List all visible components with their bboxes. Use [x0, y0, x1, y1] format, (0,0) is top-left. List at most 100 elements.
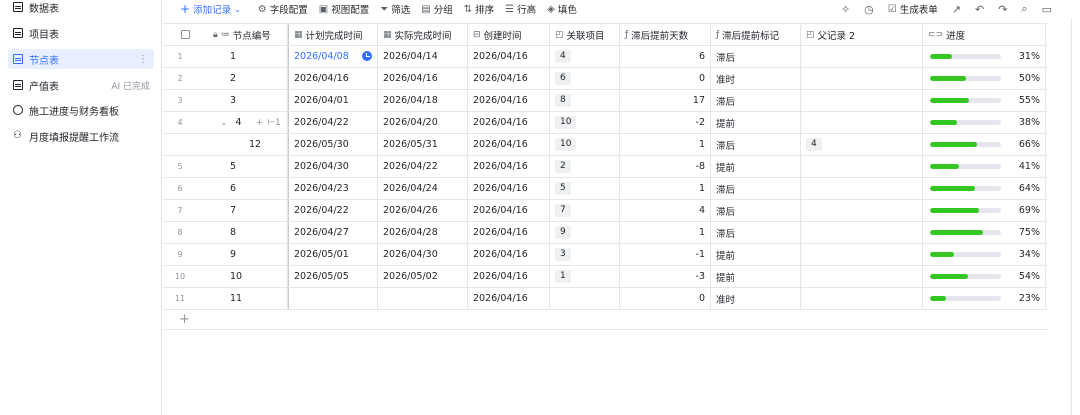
cell-num[interactable]: 1 [208, 46, 288, 67]
cell-days[interactable]: 6 [620, 46, 711, 67]
related-tag[interactable]: 3 [555, 248, 571, 261]
table-row[interactable]: 8 8 2026/04/27 2026/04/28 2026/04/16 9 1 滞后 75% [163, 222, 1047, 244]
cell-days[interactable]: 4 [620, 200, 711, 221]
cell-progress[interactable]: 23% [923, 288, 1046, 309]
cell-mark[interactable]: 滞后 [711, 46, 801, 67]
cell-plan[interactable] [288, 288, 378, 309]
cell-progress[interactable]: 64% [923, 178, 1046, 199]
ai-sparkle-icon[interactable]: ✧ [841, 3, 850, 16]
cell-related[interactable]: 1 [550, 266, 620, 287]
cell-days[interactable]: 1 [620, 134, 711, 155]
cell-mark[interactable]: 滞后 [711, 134, 801, 155]
cell-created[interactable]: 2026/04/16 [468, 288, 550, 309]
cell-num[interactable]: 12 [208, 134, 288, 155]
cell-actual[interactable]: 2026/04/20 [378, 112, 468, 133]
cell-days[interactable]: -8 [620, 156, 711, 177]
cell-created[interactable]: 2026/04/16 [468, 200, 550, 221]
cell-num[interactable]: 7 [208, 200, 288, 221]
generate-form-button[interactable]: ☑ 生成表单 [888, 2, 938, 17]
cell-days[interactable]: 1 [620, 178, 711, 199]
cell-progress[interactable]: 54% [923, 266, 1046, 287]
cell-related[interactable]: 10 [550, 112, 620, 133]
cell-progress[interactable]: 31% [923, 46, 1046, 67]
row-index[interactable] [163, 134, 208, 155]
cell-actual[interactable]: 2026/05/31 [378, 134, 468, 155]
cell-created[interactable]: 2026/04/16 [468, 178, 550, 199]
parent-tag[interactable]: 4 [806, 138, 822, 151]
row-height-button[interactable]: ☰ 行高 [505, 2, 536, 17]
cell-progress[interactable]: 34% [923, 244, 1046, 265]
cell-num[interactable]: 3 [208, 90, 288, 111]
cell-related[interactable]: 8 [550, 90, 620, 111]
row-index[interactable]: 7 [163, 200, 208, 221]
cell-plan[interactable]: 2026/04/30 [288, 156, 378, 177]
column-header-num[interactable]: 🔒︎ ≔ 节点编号 [208, 24, 288, 45]
cell-num[interactable]: 10 [208, 266, 288, 287]
table-row[interactable]: 6 6 2026/04/23 2026/04/24 2026/04/16 5 1 滞后 64% [163, 178, 1047, 200]
cell-days[interactable]: -3 [620, 266, 711, 287]
cell-related[interactable]: 6 [550, 68, 620, 89]
cell-parent[interactable]: 4 [801, 134, 923, 155]
row-index[interactable]: 6 [163, 178, 208, 199]
cell-actual[interactable]: 2026/04/24 [378, 178, 468, 199]
cell-created[interactable]: 2026/04/16 [468, 134, 550, 155]
cell-mark[interactable]: 提前 [711, 156, 801, 177]
column-header-days[interactable]: ƒ 滞后提前天数 [620, 24, 711, 45]
cell-days[interactable]: 0 [620, 288, 711, 309]
cell-plan[interactable]: 2026/04/16 [288, 68, 378, 89]
subrecord-icon[interactable]: ⊢1 [267, 118, 281, 128]
cell-days[interactable]: -2 [620, 112, 711, 133]
cell-created[interactable]: 2026/04/16 [468, 222, 550, 243]
cell-actual[interactable]: 2026/04/22 [378, 156, 468, 177]
cell-parent[interactable] [801, 244, 923, 265]
select-all-checkbox[interactable] [163, 24, 208, 45]
cell-num[interactable]: 8 [208, 222, 288, 243]
row-index[interactable]: 4 [163, 112, 208, 133]
row-index[interactable]: 2 [163, 68, 208, 89]
sidebar-item-dashboard[interactable]: 施工进度与财务看板 [8, 100, 154, 120]
table-row-child[interactable]: 12 2026/05/30 2026/05/31 2026/04/16 10 1 滞后 4 66… [163, 134, 1047, 156]
cell-days[interactable]: 17 [620, 90, 711, 111]
cell-parent[interactable] [801, 222, 923, 243]
cell-parent[interactable] [801, 266, 923, 287]
related-tag[interactable]: 4 [555, 50, 571, 63]
filter-button[interactable]: ⏷ 筛选 [380, 2, 410, 17]
related-tag[interactable]: 1 [555, 270, 571, 283]
cell-progress[interactable]: 41% [923, 156, 1046, 177]
history-icon[interactable]: ◷ [864, 3, 874, 16]
cell-num[interactable]: 2 [208, 68, 288, 89]
cell-plan[interactable]: 2026/04/22 [288, 112, 378, 133]
comment-icon[interactable]: ▭ [1042, 3, 1052, 16]
sidebar-item-node-table[interactable]: 节点表 ⋮ [8, 49, 154, 69]
cell-progress[interactable]: 55% [923, 90, 1046, 111]
cell-days[interactable]: 0 [620, 68, 711, 89]
cell-mark[interactable]: 准时 [711, 288, 801, 309]
cell-days[interactable]: 1 [620, 222, 711, 243]
cell-num[interactable]: 11 [208, 288, 288, 309]
field-config-button[interactable]: ⚙ 字段配置 [258, 2, 308, 17]
cell-plan[interactable]: 2026/05/05 [288, 266, 378, 287]
sidebar-item-project-table[interactable]: 项目表 [8, 23, 154, 43]
cell-plan[interactable]: 2026/04/08 [288, 46, 378, 67]
cell-plan[interactable]: 2026/05/01 [288, 244, 378, 265]
search-icon[interactable]: ⌕ [1021, 2, 1027, 16]
column-header-progress[interactable]: ⊂⊃ 进度 [923, 24, 1046, 45]
undo-icon[interactable]: ↶ [975, 3, 984, 16]
row-index[interactable]: 8 [163, 222, 208, 243]
cell-num[interactable]: 6 [208, 178, 288, 199]
cell-created[interactable]: 2026/04/16 [468, 112, 550, 133]
column-header-created[interactable]: ⊟ 创建时间 [468, 24, 550, 45]
add-row-button[interactable]: + [163, 310, 1047, 330]
related-tag[interactable]: 10 [555, 116, 577, 129]
column-header-actual[interactable]: ▦ 实际完成时间 [378, 24, 468, 45]
cell-related[interactable]: 7 [550, 200, 620, 221]
cell-parent[interactable] [801, 90, 923, 111]
cell-parent[interactable] [801, 46, 923, 67]
cell-related[interactable]: 10 [550, 134, 620, 155]
cell-parent[interactable] [801, 112, 923, 133]
related-tag[interactable]: 2 [555, 160, 571, 173]
cell-related[interactable] [550, 288, 620, 309]
cell-mark[interactable]: 提前 [711, 244, 801, 265]
cell-mark[interactable]: 滞后 [711, 222, 801, 243]
related-tag[interactable]: 9 [555, 226, 571, 239]
